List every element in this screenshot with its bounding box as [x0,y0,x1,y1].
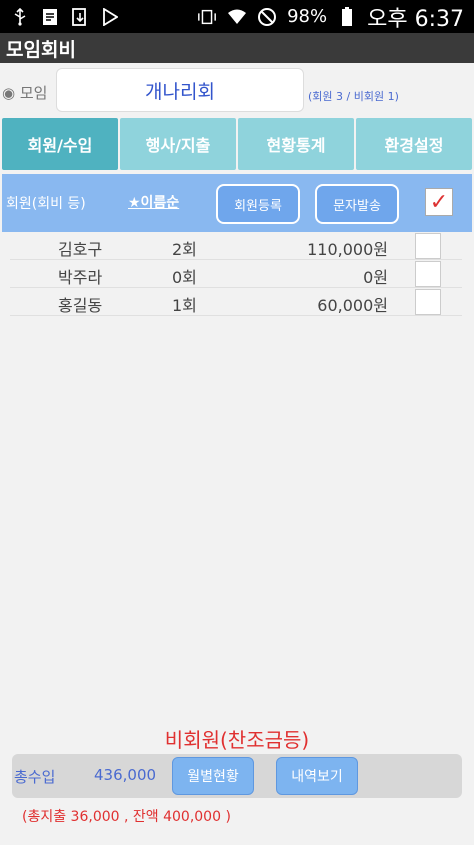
tab-settings[interactable]: 환경설정 [356,118,472,170]
total-income-label: 총수입 [14,768,56,786]
register-member-button[interactable]: 회원등록 [216,184,300,224]
group-name-selector[interactable]: 개나리회 [56,68,304,112]
tab-statistics[interactable]: 현황통계 [238,118,354,170]
group-label: ◉ 모임 [2,84,48,102]
play-store-icon [100,7,120,27]
battery-percent: 98% [287,6,328,27]
status-bar-left [10,7,120,27]
wifi-icon [227,7,247,27]
sort-by-name-link[interactable]: ★이름순 [128,192,179,212]
status-bar-right: 98% 오후 6:37 [197,1,464,33]
payment-amount: 60,000원 [317,296,388,315]
row-checkbox[interactable] [415,261,441,287]
app-title-bar: 모임회비 [0,33,474,63]
battery-icon [337,6,357,27]
document-icon [40,7,60,27]
payment-amount: 0원 [363,268,388,287]
row-checkbox[interactable] [415,233,441,259]
check-icon: ✓ [429,189,449,215]
tab-members-income[interactable]: 회원/수입 [2,118,118,170]
member-name: 홍길동 [58,296,103,315]
payment-count: 0회 [172,268,197,287]
vibrate-icon [197,7,217,27]
member-count: (회원 3 / 비회원 1) [308,90,399,103]
table-row[interactable]: 홍길동 1회 60,000원 [10,288,462,316]
table-row[interactable]: 박주라 0회 0원 [10,260,462,288]
clock: 오후 6:37 [367,6,464,32]
usb-icon [10,7,30,27]
member-name: 김호구 [58,240,103,259]
status-bar: 98% 오후 6:37 [0,0,474,33]
select-all-checkbox[interactable]: ✓ [425,188,453,216]
member-toolbar: 회원(회비 등) ★이름순 회원등록 문자발송 ✓ [2,174,472,232]
expense-balance-summary: (총지출 36,000 , 잔액 400,000 ) [22,809,231,825]
payment-count: 2회 [172,240,197,259]
member-list: 김호구 2회 110,000원 박주라 0회 0원 홍길동 1회 60,000원 [10,232,462,316]
tab-bar: 회원/수입 행사/지출 현황통계 환경설정 [2,118,472,170]
payment-count: 1회 [172,296,197,315]
non-member-link[interactable]: 비회원(찬조금등) [0,724,474,753]
download-icon [70,7,90,27]
members-section-label: 회원(회비 등) [6,196,86,212]
app-title: 모임회비 [6,38,76,61]
tab-events-expense[interactable]: 행사/지출 [120,118,236,170]
no-signal-icon [257,7,277,27]
send-sms-button[interactable]: 문자발송 [315,184,399,224]
row-checkbox[interactable] [415,289,441,315]
group-selector-row: ◉ 모임 개나리회 (회원 3 / 비회원 1) [0,66,474,116]
monthly-status-button[interactable]: 월별현황 [172,757,254,795]
income-summary-bar: 총수입 436,000 월별현황 내역보기 [12,754,462,798]
group-name: 개나리회 [145,80,215,103]
view-details-button[interactable]: 내역보기 [276,757,358,795]
payment-amount: 110,000원 [307,240,388,259]
total-income-value: 436,000 [94,766,157,784]
member-name: 박주라 [58,268,103,287]
table-row[interactable]: 김호구 2회 110,000원 [10,232,462,260]
